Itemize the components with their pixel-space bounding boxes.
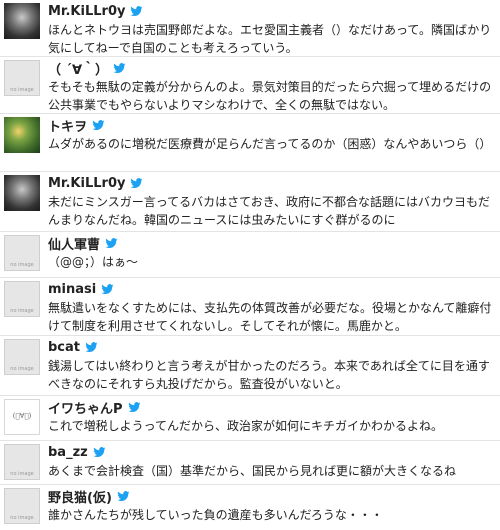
- avatar[interactable]: no image: [4, 339, 40, 375]
- avatar[interactable]: [4, 175, 40, 211]
- user-name[interactable]: minasi: [48, 282, 96, 297]
- tweet-item: Mr.KiLLr0y ほんとネトウヨは売国野郎だよな。エセ愛国主義者（）なだけあ…: [0, 0, 500, 57]
- twitter-bird-icon: [85, 341, 98, 352]
- twitter-bird-icon: [92, 119, 105, 130]
- tweet-text: あくまで会計検査（国）基準だから、国民から見れば更に額が大きくなるね: [48, 464, 457, 478]
- user-name[interactable]: Mr.KiLLr0y: [48, 4, 125, 19]
- twitter-bird-icon: [93, 446, 106, 457]
- tweet-text: 誰かさんたちが残していった負の遺産も多いんだろうな・・・: [48, 508, 383, 522]
- user-name[interactable]: イワちゃんP: [48, 398, 123, 417]
- avatar[interactable]: (ﾟ∀ﾟ): [4, 399, 40, 435]
- tweet-text: 銭湯してはい終わりと言う考えが甘かったのだろう。本来であれば全てに目を通すべきな…: [48, 359, 490, 391]
- tweet-text: そもそも無駄の定義が分からんのよ。景気対策目的だったら穴掘って埋めるだけの公共事…: [48, 80, 492, 112]
- twitter-bird-icon: [127, 401, 140, 412]
- twitter-bird-icon: [130, 5, 143, 16]
- no-image-label: no image: [10, 308, 34, 314]
- kaomoji-label: (ﾟ∀ﾟ): [12, 412, 32, 420]
- tweet-item: Mr.KiLLr0y 未だにミンスガー言ってるバカはさておき、政府に不都合な話題…: [0, 172, 500, 232]
- twitter-bird-icon: [101, 283, 114, 294]
- tweet-item: no image ba_zz あくまで会計検査（国）基準だから、国民から見れば更…: [0, 441, 500, 485]
- user-name[interactable]: ba_zz: [48, 445, 88, 460]
- user-name[interactable]: 仙人軍曹: [48, 234, 100, 253]
- tweet-text: 無駄遣いをなくすためには、支払先の体質改善が必要だな。役場とかなんて離癖付けて制…: [48, 301, 492, 333]
- user-name[interactable]: トキヲ: [48, 116, 87, 135]
- twitter-bird-icon: [117, 490, 130, 501]
- tweet-text: ムダがあるのに増税だ医療費が足らんだ言ってるのか（困惑）なんやあいつら（）: [48, 137, 492, 151]
- no-image-label: no image: [10, 262, 34, 268]
- tweet-feed: Mr.KiLLr0y ほんとネトウヨは売国野郎だよな。エセ愛国主義者（）なだけあ…: [0, 0, 500, 530]
- no-image-label: no image: [10, 87, 34, 93]
- tweet-text: 未だにミンスガー言ってるバカはさておき、政府に不都合な話題にはバカウヨもだんまり…: [48, 195, 490, 227]
- twitter-bird-icon: [105, 237, 118, 248]
- avatar[interactable]: no image: [4, 281, 40, 317]
- tweet-item: no image 野良猫(仮) 誰かさんたちが残していった負の遺産も多いんだろう…: [0, 485, 500, 530]
- tweet-item: no image bcat 銭湯してはい終わりと言う考えが甘かったのだろう。本来…: [0, 336, 500, 396]
- avatar[interactable]: [4, 3, 40, 39]
- tweet-text: （@@；）はぁ～: [48, 255, 139, 269]
- user-name[interactable]: bcat: [48, 340, 80, 355]
- tweet-item: no image 仙人軍曹 （@@；）はぁ～: [0, 232, 500, 278]
- twitter-bird-icon: [130, 177, 143, 188]
- tweet-item: (ﾟ∀ﾟ) イワちゃんP これで増税しようってんだから、政治家が如何にキチガイか…: [0, 396, 500, 441]
- avatar[interactable]: no image: [4, 235, 40, 271]
- no-image-label: no image: [10, 515, 34, 521]
- no-image-label: no image: [10, 471, 34, 477]
- tweet-item: no image （ ´∀｀） そもそも無駄の定義が分からんのよ。景気対策目的だ…: [0, 57, 500, 114]
- user-name[interactable]: Mr.KiLLr0y: [48, 176, 125, 191]
- tweet-text: これで増税しようってんだから、政治家が如何にキチガイかわかるよね。: [48, 419, 444, 433]
- user-name[interactable]: （ ´∀｀）: [48, 59, 108, 78]
- avatar[interactable]: [4, 117, 40, 153]
- tweet-item: トキヲ ムダがあるのに増税だ医療費が足らんだ言ってるのか（困惑）なんやあいつら（…: [0, 114, 500, 172]
- avatar[interactable]: no image: [4, 444, 40, 480]
- avatar[interactable]: no image: [4, 488, 40, 524]
- tweet-item: no image minasi 無駄遣いをなくすためには、支払先の体質改善が必要…: [0, 278, 500, 336]
- twitter-bird-icon: [113, 62, 126, 73]
- tweet-text: ほんとネトウヨは売国野郎だよな。エセ愛国主義者（）なだけあって。隣国ばかり気にし…: [48, 23, 492, 55]
- user-name[interactable]: 野良猫(仮): [48, 487, 112, 506]
- avatar[interactable]: no image: [4, 60, 40, 96]
- no-image-label: no image: [10, 366, 34, 372]
